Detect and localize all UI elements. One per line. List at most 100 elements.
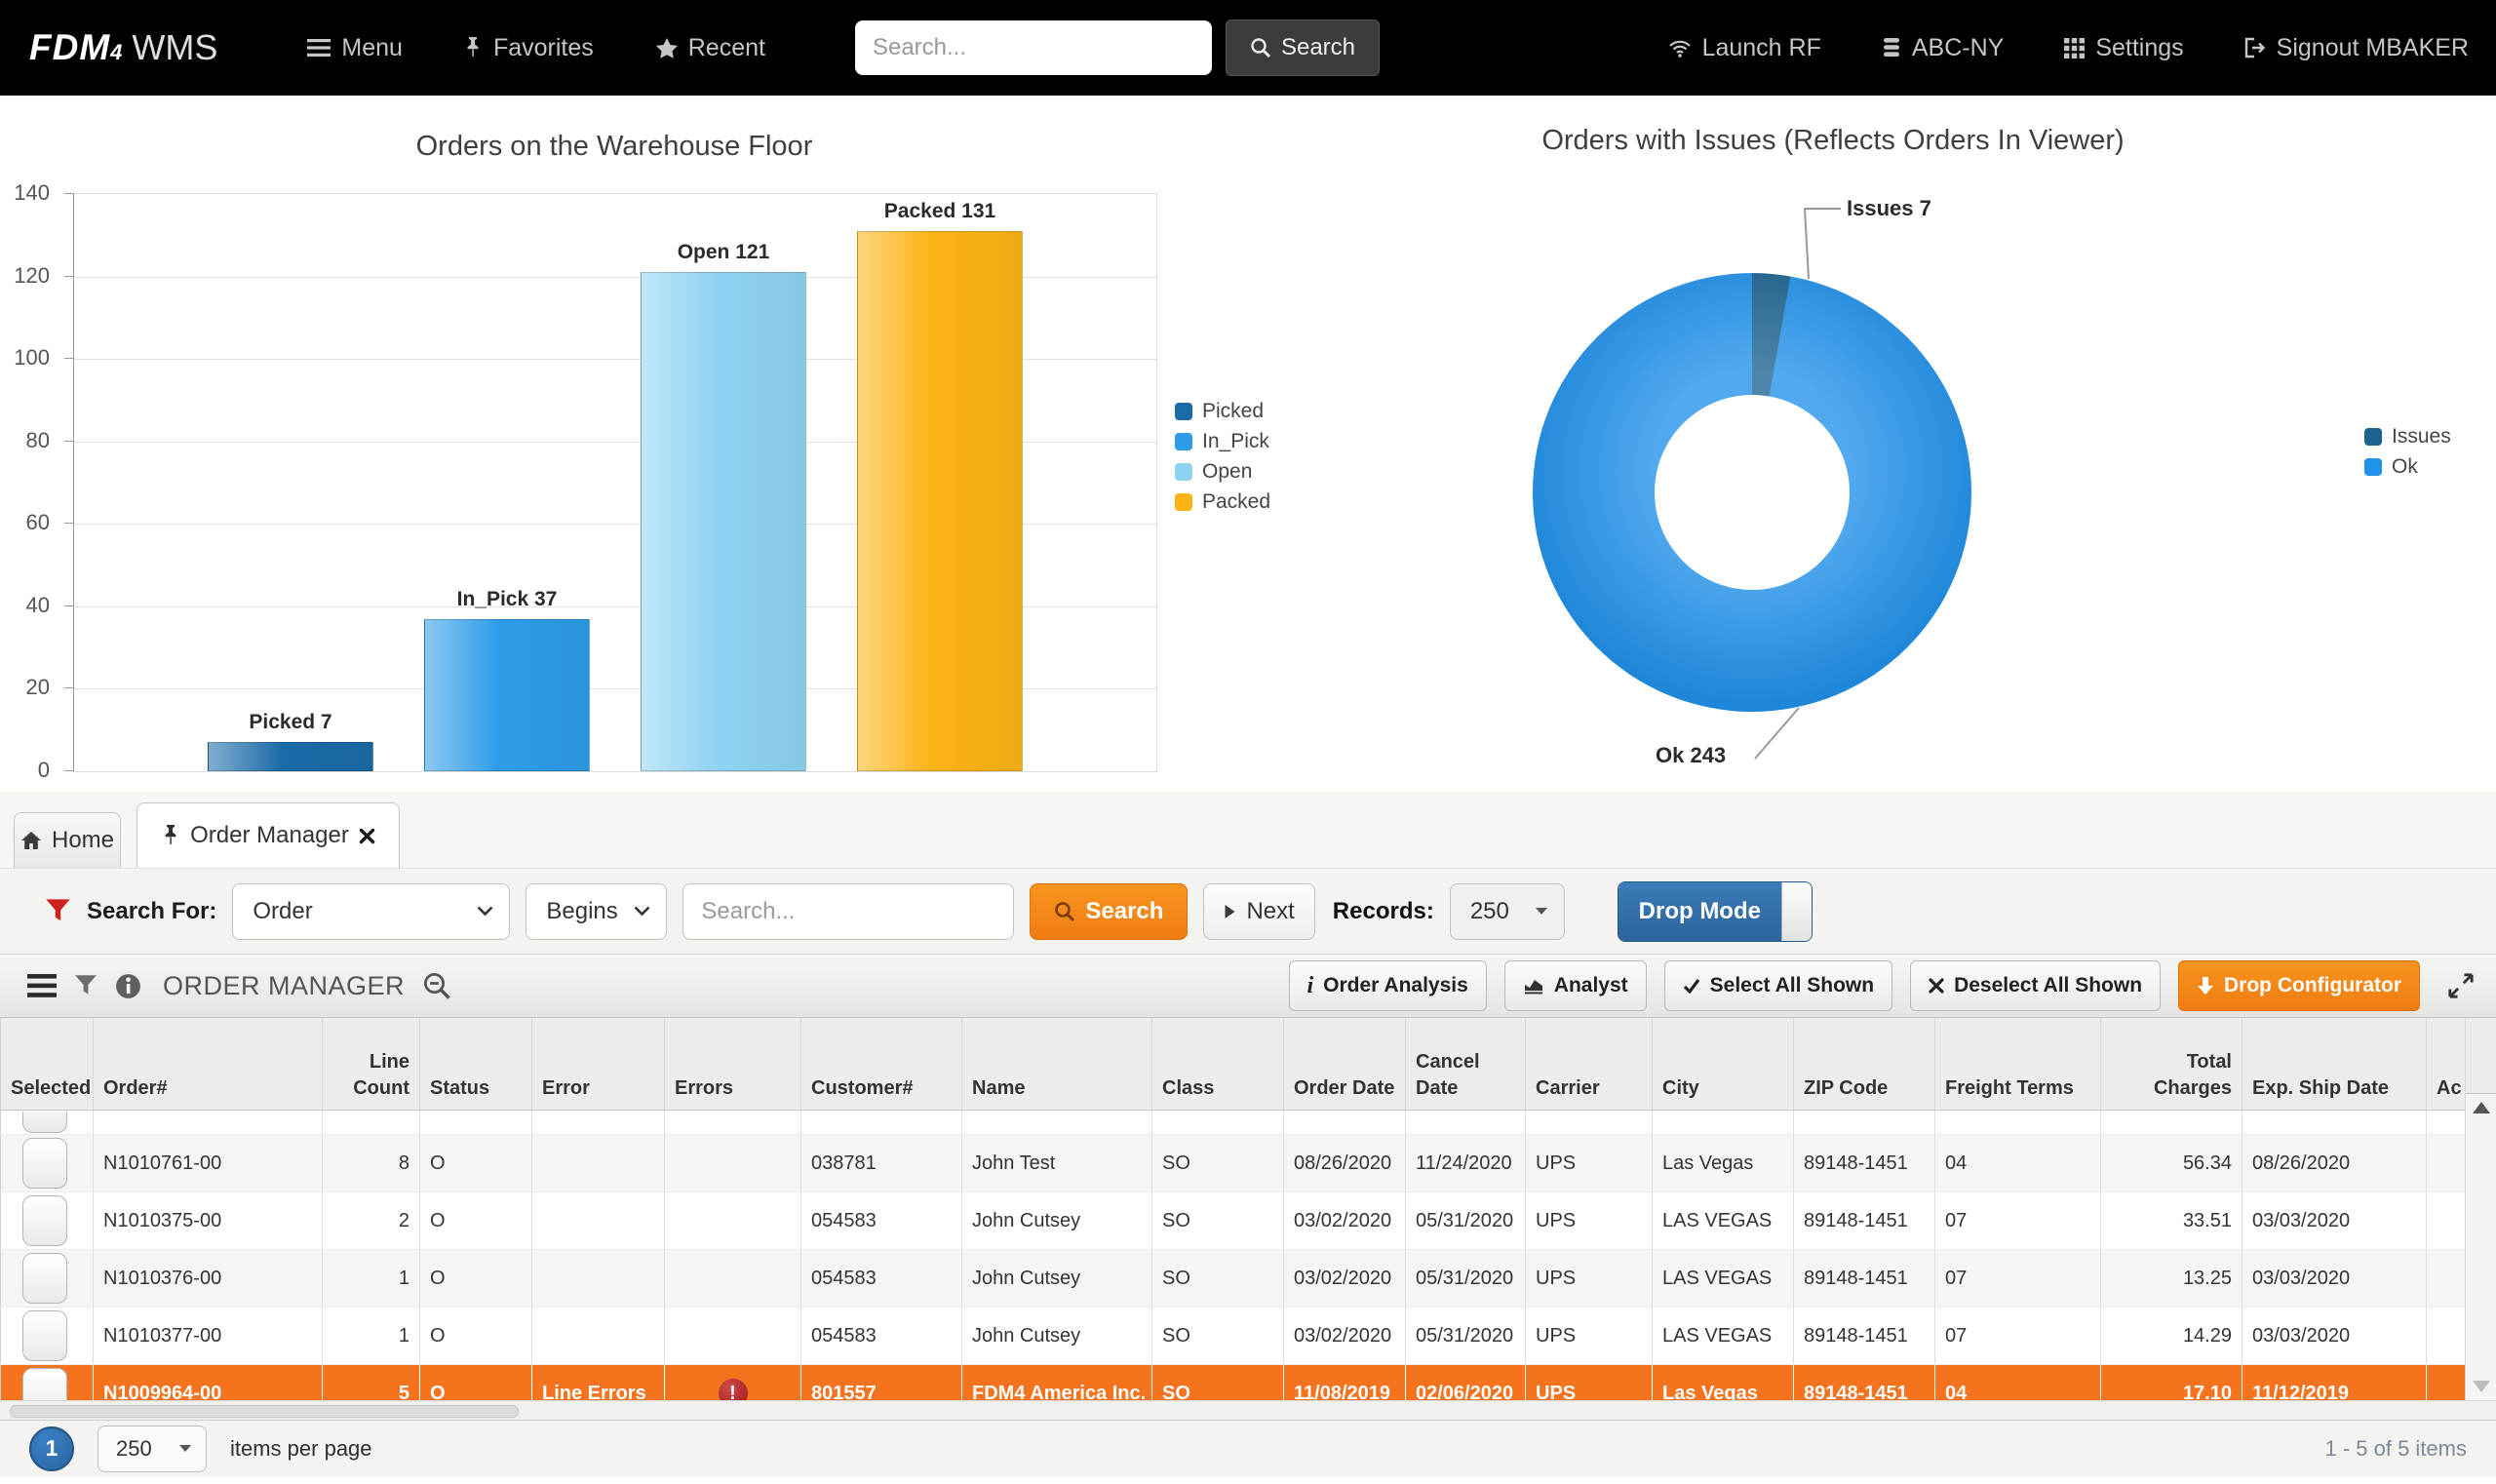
expand-icon[interactable]	[2447, 972, 2475, 999]
analyst-button[interactable]: Analyst	[1504, 960, 1647, 1011]
col-header-a[interactable]: Ac	[2427, 1018, 2466, 1111]
records-count-select[interactable]: 250	[1450, 883, 1565, 940]
pushpin-icon	[161, 825, 180, 846]
order-analysis-button[interactable]: i Order Analysis	[1289, 960, 1487, 1011]
cell-selected	[1, 1135, 94, 1192]
select-all-shown-button[interactable]: Select All Shown	[1664, 960, 1892, 1011]
row-select-checkbox[interactable]	[22, 1112, 67, 1133]
search-field-select[interactable]: Order	[232, 883, 510, 940]
tab-home-label: Home	[52, 827, 114, 854]
tab-bar: Home Order Manager	[0, 792, 2496, 868]
info-icon[interactable]	[115, 973, 141, 999]
hamburger-icon[interactable]	[27, 974, 57, 997]
col-header-error[interactable]: Error	[532, 1018, 665, 1111]
col-header-cancel_date[interactable]: Cancel Date	[1406, 1018, 1526, 1111]
drop-mode-label: Drop Mode	[1618, 882, 1781, 941]
table-search-label: Search	[1085, 898, 1163, 925]
next-button[interactable]: Next	[1203, 883, 1314, 940]
legend-label: Ok	[2392, 455, 2418, 479]
scroll-down-icon[interactable]	[2473, 1381, 2490, 1392]
tab-order-manager[interactable]: Order Manager	[136, 802, 400, 868]
search-operator-select[interactable]: Begins	[526, 883, 667, 940]
table-row[interactable]: N1010376-001O054583John CutseySO03/02/20…	[1, 1250, 2466, 1308]
items-range-label: 1 - 5 of 5 items	[2324, 1436, 2467, 1462]
deselect-all-shown-button[interactable]: Deselect All Shown	[1910, 960, 2161, 1011]
cell-line_count: 1	[323, 1308, 420, 1365]
drop-mode-handle[interactable]	[1781, 882, 1812, 941]
legend-label: Packed	[1202, 490, 1270, 514]
bar-packed	[857, 231, 1023, 771]
row-select-checkbox[interactable]	[22, 1310, 67, 1361]
page-size-select[interactable]: 250	[98, 1425, 207, 1472]
col-header-selected[interactable]: Selected	[1, 1018, 94, 1111]
cell-order_date: 08/26/2020	[1284, 1135, 1406, 1192]
launch-rf-button[interactable]: Launch RF	[1668, 34, 1821, 62]
records-label: Records:	[1333, 898, 1434, 925]
chevron-down-icon	[477, 906, 493, 917]
company-selector[interactable]: ABC-NY	[1882, 34, 2004, 62]
global-search-button[interactable]: Search	[1226, 20, 1380, 76]
cell-order_date: 03/02/2020	[1284, 1250, 1406, 1308]
page-number-button[interactable]: 1	[29, 1426, 74, 1471]
table-search-button[interactable]: Search	[1030, 883, 1188, 940]
col-header-class[interactable]: Class	[1152, 1018, 1284, 1111]
cell-class: SO	[1152, 1135, 1284, 1192]
global-search-input[interactable]	[855, 20, 1212, 75]
cell-freight_terms: 07	[1935, 1250, 2101, 1308]
table-row[interactable]: N1010377-001O054583John CutseySO03/02/20…	[1, 1308, 2466, 1365]
col-header-exp_ship_date[interactable]: Exp. Ship Date	[2242, 1018, 2427, 1111]
table-row[interactable]: N1010761-008O038781John TestSO08/26/2020…	[1, 1135, 2466, 1192]
col-header-order[interactable]: Order#	[94, 1018, 323, 1111]
cell-exp_ship_date: 03/03/2020	[2242, 1308, 2427, 1365]
y-tick-label: 80	[26, 428, 50, 453]
cell-status: O	[420, 1135, 532, 1192]
donut-chart-panel: Orders with Issues (Reflects Orders In V…	[1268, 96, 2496, 792]
signout-button[interactable]: Signout MBAKER	[2244, 34, 2469, 62]
row-select-checkbox[interactable]	[22, 1138, 67, 1189]
drop-mode-toggle[interactable]: Drop Mode	[1618, 881, 1813, 942]
horizontal-scroll-thumb[interactable]	[10, 1405, 519, 1418]
tab-home[interactable]: Home	[14, 812, 121, 868]
col-header-status[interactable]: Status	[420, 1018, 532, 1111]
col-header-errors[interactable]: Errors	[665, 1018, 801, 1111]
col-header-carrier[interactable]: Carrier	[1526, 1018, 1653, 1111]
recent-label: Recent	[688, 34, 765, 62]
recent-button[interactable]: Recent	[656, 34, 765, 62]
col-header-zip[interactable]: ZIP Code	[1794, 1018, 1935, 1111]
zoom-out-icon[interactable]	[422, 971, 451, 1000]
table-row[interactable]: N1010375-002O054583John CutseySO03/02/20…	[1, 1192, 2466, 1250]
tab-close-icon[interactable]	[359, 828, 375, 844]
company-label: ABC-NY	[1912, 34, 2004, 62]
col-header-line_count[interactable]: Line Count	[323, 1018, 420, 1111]
cell-order: N1010375-00	[94, 1192, 323, 1250]
table-search-input[interactable]	[682, 883, 1014, 940]
signout-icon	[2244, 37, 2266, 59]
col-header-customer[interactable]: Customer#	[801, 1018, 962, 1111]
analyst-label: Analyst	[1554, 974, 1628, 997]
cell-zip: 89148-1451	[1794, 1192, 1935, 1250]
cell-class: SO	[1152, 1192, 1284, 1250]
row-select-checkbox[interactable]	[22, 1195, 67, 1246]
row-select-checkbox[interactable]	[22, 1253, 67, 1304]
vertical-scrollbar[interactable]	[2465, 1094, 2496, 1400]
search-icon	[1250, 37, 1271, 59]
cell-errors	[665, 1250, 801, 1308]
col-header-total_charges[interactable]: Total Charges	[2101, 1018, 2242, 1111]
col-header-freight_terms[interactable]: Freight Terms	[1935, 1018, 2101, 1111]
filter-funnel-icon[interactable]	[74, 974, 98, 997]
scroll-up-icon[interactable]	[2473, 1102, 2490, 1113]
col-header-name[interactable]: Name	[962, 1018, 1152, 1111]
drop-configurator-button[interactable]: Drop Configurator	[2178, 960, 2420, 1011]
cell-zip: 89148-1451	[1794, 1135, 1935, 1192]
col-header-order_date[interactable]: Order Date	[1284, 1018, 1406, 1111]
cell-order: N1010761-00	[94, 1135, 323, 1192]
y-tick-label: 0	[38, 758, 50, 783]
y-tick-label: 120	[14, 263, 50, 289]
settings-button[interactable]: Settings	[2064, 34, 2183, 62]
col-header-city[interactable]: City	[1653, 1018, 1794, 1111]
horizontal-scrollbar[interactable]	[0, 1400, 2496, 1420]
donut-legend: IssuesOk	[2364, 425, 2451, 486]
favorites-button[interactable]: Favorites	[463, 34, 594, 62]
y-tick-mark	[64, 193, 73, 194]
menu-button[interactable]: Menu	[307, 34, 403, 62]
